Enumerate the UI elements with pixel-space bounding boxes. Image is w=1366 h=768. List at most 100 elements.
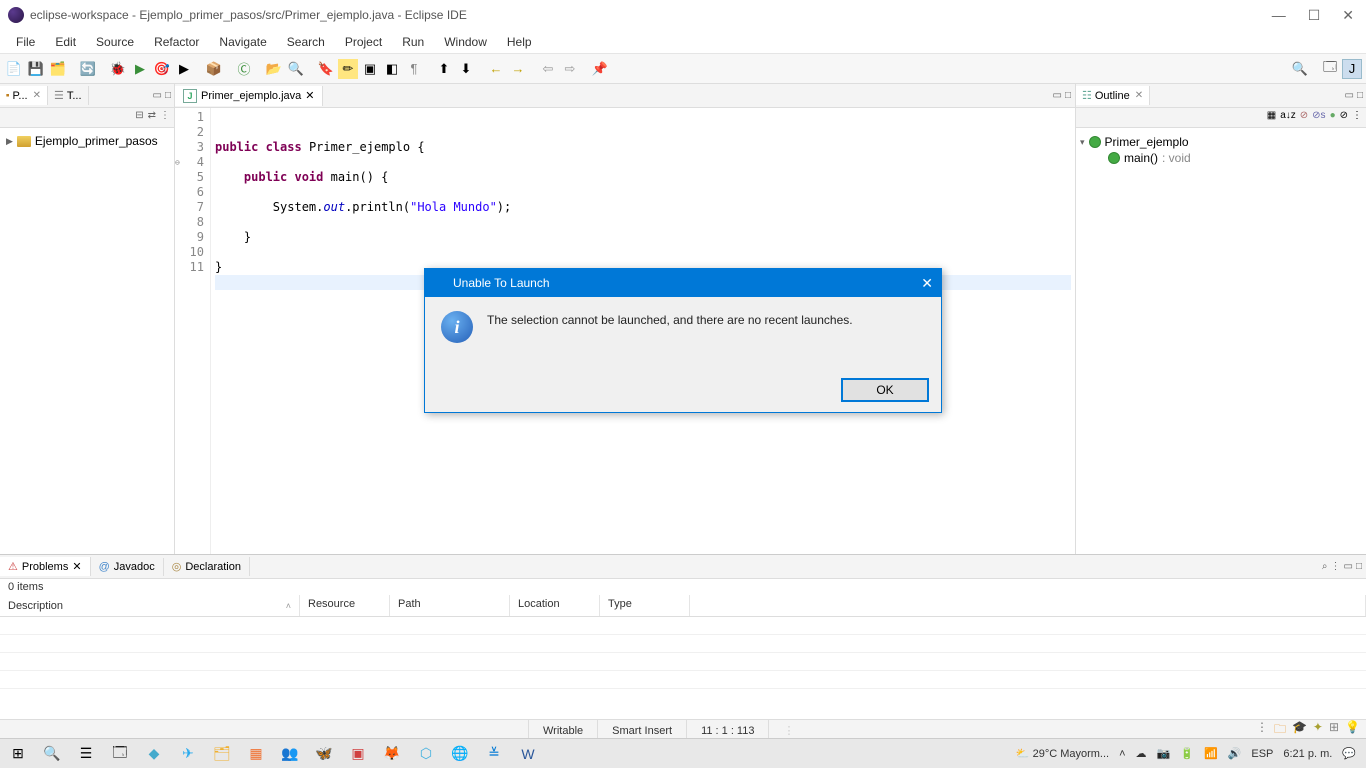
- filter-icon[interactable]: ⌕: [1322, 561, 1328, 572]
- hide-nonpublic-icon[interactable]: ●: [1330, 110, 1336, 125]
- weather-widget[interactable]: ⛅ 29°C Mayorm...: [1016, 747, 1109, 760]
- collapse-all-icon[interactable]: ⊟: [135, 110, 143, 125]
- minimize-view-icon[interactable]: ▭: [1344, 561, 1353, 572]
- language-indicator[interactable]: ESP: [1251, 748, 1273, 760]
- run-last-icon[interactable]: ▶: [174, 59, 194, 79]
- pin-icon[interactable]: 📌: [590, 59, 610, 79]
- maximize-view-icon[interactable]: □: [1065, 90, 1071, 101]
- start-button[interactable]: ⊞: [4, 742, 32, 766]
- declaration-tab[interactable]: ◎Declaration: [164, 557, 250, 576]
- app-icon[interactable]: 🦋: [310, 742, 338, 766]
- telegram-icon[interactable]: ✈: [174, 742, 202, 766]
- app-icon[interactable]: ◆: [140, 742, 168, 766]
- debug-icon[interactable]: 🐞: [108, 59, 128, 79]
- menu-window[interactable]: Window: [434, 32, 497, 52]
- word-icon[interactable]: W: [514, 742, 542, 766]
- battery-icon[interactable]: 🔋: [1180, 747, 1194, 760]
- package-explorer-tab[interactable]: 🞍P...✕: [0, 86, 48, 105]
- back-icon[interactable]: ←: [486, 59, 506, 79]
- minimize-view-icon[interactable]: ▭: [1053, 90, 1062, 101]
- menu-source[interactable]: Source: [86, 32, 144, 52]
- menu-navigate[interactable]: Navigate: [209, 32, 276, 52]
- close-icon[interactable]: ✕: [33, 90, 41, 101]
- task-view-icon[interactable]: ☰: [72, 742, 100, 766]
- notifications-icon[interactable]: 💬: [1342, 747, 1356, 760]
- eclipse-taskbar-icon[interactable]: [548, 742, 576, 766]
- onedrive-icon[interactable]: ☁: [1136, 747, 1147, 760]
- view-menu-icon[interactable]: ⋮: [1352, 110, 1362, 125]
- minimize-view-icon[interactable]: ▭: [153, 90, 162, 101]
- java-perspective-icon[interactable]: J: [1342, 59, 1362, 79]
- toggle-block-icon[interactable]: ▣: [360, 59, 380, 79]
- nav-forward-icon[interactable]: ⇨: [560, 59, 580, 79]
- outline-tab[interactable]: ☷Outline✕: [1076, 86, 1150, 105]
- new-package-icon[interactable]: 📦: [204, 59, 224, 79]
- maximize-view-icon[interactable]: □: [165, 90, 171, 101]
- problems-tab[interactable]: ⚠Problems✕: [0, 557, 91, 576]
- close-button[interactable]: ✕: [1342, 7, 1354, 24]
- minimize-view-icon[interactable]: ▭: [1345, 90, 1354, 101]
- run-icon[interactable]: ▶: [130, 59, 150, 79]
- chrome-icon[interactable]: 🌐: [446, 742, 474, 766]
- menu-project[interactable]: Project: [335, 32, 392, 52]
- hide-static-icon[interactable]: ⊘s: [1312, 110, 1325, 125]
- annotation-next-icon[interactable]: ⬇: [456, 59, 476, 79]
- javadoc-tab[interactable]: @Javadoc: [91, 558, 164, 576]
- focus-icon[interactable]: ▦: [1267, 110, 1276, 125]
- hide-fields-icon[interactable]: ⊘: [1300, 110, 1308, 125]
- coverage-icon[interactable]: 🎯: [152, 59, 172, 79]
- app-icon[interactable]: 🗔: [106, 742, 134, 766]
- new-class-icon[interactable]: Ⓒ: [234, 59, 254, 79]
- app-icon[interactable]: ⬡: [412, 742, 440, 766]
- app-icon[interactable]: ▣: [344, 742, 372, 766]
- search-taskbar-icon[interactable]: 🔍: [38, 742, 66, 766]
- close-icon[interactable]: ✕: [72, 560, 81, 573]
- dialog-titlebar[interactable]: Unable To Launch ✕: [425, 269, 941, 297]
- project-tree-item[interactable]: ▶ Ejemplo_primer_pasos: [6, 132, 168, 150]
- explorer-icon[interactable]: 🗂: [208, 742, 236, 766]
- save-all-icon[interactable]: 🗂️: [48, 59, 68, 79]
- toggle-highlight-icon[interactable]: ✏: [338, 59, 358, 79]
- outline-method-item[interactable]: main() : void: [1080, 150, 1362, 166]
- nav-back-icon[interactable]: ⇦: [538, 59, 558, 79]
- open-type-icon[interactable]: 📂: [264, 59, 284, 79]
- save-icon[interactable]: 💾: [26, 59, 46, 79]
- link-editor-icon[interactable]: ⇄: [148, 110, 156, 125]
- hide-local-icon[interactable]: ⊘: [1340, 110, 1348, 125]
- task-list-tab[interactable]: ☰T...: [48, 86, 89, 105]
- search-global-icon[interactable]: 🔍: [1290, 59, 1310, 79]
- close-icon[interactable]: ✕: [1135, 90, 1143, 101]
- menu-help[interactable]: Help: [497, 32, 542, 52]
- menu-run[interactable]: Run: [392, 32, 434, 52]
- volume-icon[interactable]: 🔊: [1228, 747, 1242, 760]
- close-icon[interactable]: ✕: [305, 89, 314, 102]
- dialog-close-button[interactable]: ✕: [921, 275, 933, 292]
- search-icon2[interactable]: 🔍: [286, 59, 306, 79]
- forward-icon[interactable]: →: [508, 59, 528, 79]
- minimize-button[interactable]: —: [1272, 7, 1286, 24]
- maximize-button[interactable]: ☐: [1308, 7, 1321, 24]
- new-icon[interactable]: 📄: [4, 59, 24, 79]
- meet-now-icon[interactable]: 📷: [1157, 747, 1171, 760]
- switch-editor-icon[interactable]: 🔄: [78, 59, 98, 79]
- eclipse-taskbar-icon[interactable]: [582, 742, 610, 766]
- editor-tab[interactable]: J Primer_ejemplo.java ✕: [175, 86, 323, 106]
- menu-edit[interactable]: Edit: [45, 32, 86, 52]
- open-perspective-icon[interactable]: 🗔: [1320, 59, 1340, 79]
- toggle-mark-icon[interactable]: 🔖: [316, 59, 336, 79]
- tray-chevron-icon[interactable]: ˄: [1119, 748, 1125, 760]
- annotation-prev-icon[interactable]: ⬆: [434, 59, 454, 79]
- menu-refactor[interactable]: Refactor: [144, 32, 209, 52]
- teams-icon[interactable]: 👥: [276, 742, 304, 766]
- sublime-icon[interactable]: ▦: [242, 742, 270, 766]
- problems-table-header[interactable]: Description˄ Resource Path Location Type: [0, 595, 1366, 617]
- menu-file[interactable]: File: [6, 32, 45, 52]
- toggle-whitespace-icon[interactable]: ◧: [382, 59, 402, 79]
- outline-class-item[interactable]: ▾ Primer_ejemplo: [1080, 134, 1362, 150]
- maximize-view-icon[interactable]: □: [1357, 90, 1363, 101]
- view-menu-icon[interactable]: ⋮: [1331, 561, 1341, 572]
- firefox-icon[interactable]: 🦊: [378, 742, 406, 766]
- menu-search[interactable]: Search: [277, 32, 335, 52]
- clock[interactable]: 6:21 p. m.: [1283, 748, 1332, 760]
- view-menu-icon[interactable]: ⋮: [160, 110, 170, 125]
